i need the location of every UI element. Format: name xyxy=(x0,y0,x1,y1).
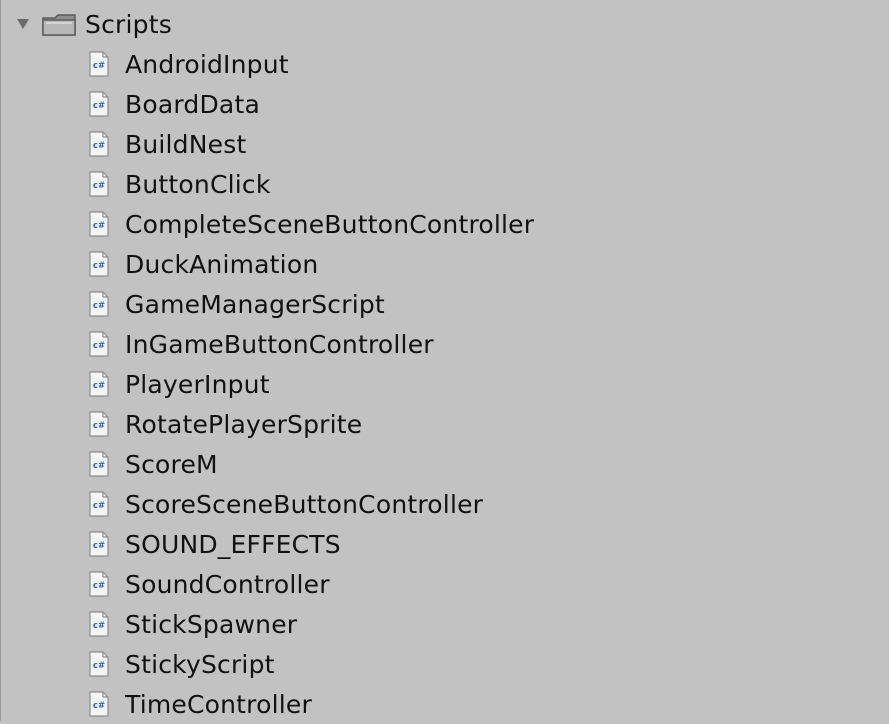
csharp-script-icon: c# xyxy=(89,91,109,117)
csharp-script-icon: c# xyxy=(89,491,109,517)
script-item-label: GameManagerScript xyxy=(125,289,385,319)
script-item[interactable]: c# ButtonClick xyxy=(1,164,889,204)
folder-icon xyxy=(42,14,76,36)
svg-text:c#: c# xyxy=(93,221,105,231)
script-item[interactable]: c# ScoreSceneButtonController xyxy=(1,484,889,524)
csharp-script-icon: c# xyxy=(89,331,109,357)
csharp-script-icon: c# xyxy=(89,171,109,197)
script-item[interactable]: c# RotatePlayerSprite xyxy=(1,404,889,444)
csharp-script-icon: c# xyxy=(89,291,109,317)
svg-text:c#: c# xyxy=(93,301,105,311)
script-item[interactable]: c# ScoreM xyxy=(1,444,889,484)
csharp-script-icon: c# xyxy=(89,651,109,677)
script-item-label: AndroidInput xyxy=(125,49,289,79)
script-item[interactable]: c# BoardData xyxy=(1,84,889,124)
project-panel: Scripts c# AndroidInput c# BoardData c# Build… xyxy=(0,0,889,721)
folder-row-scripts[interactable]: Scripts xyxy=(13,4,172,44)
svg-text:c#: c# xyxy=(93,341,105,351)
csharp-script-icon: c# xyxy=(89,251,109,277)
script-item-label: ScoreSceneButtonController xyxy=(125,489,484,519)
script-item[interactable]: c# SOUND_EFFECTS xyxy=(1,524,889,564)
script-item[interactable]: c# PlayerInput xyxy=(1,364,889,404)
script-item-label: BoardData xyxy=(125,89,260,119)
script-item-label: StickSpawner xyxy=(125,609,298,639)
svg-text:c#: c# xyxy=(93,61,105,71)
csharp-script-icon: c# xyxy=(89,131,109,157)
script-item-label: InGameButtonController xyxy=(125,329,434,359)
svg-text:c#: c# xyxy=(93,181,105,191)
svg-text:c#: c# xyxy=(93,461,105,471)
svg-text:c#: c# xyxy=(93,541,105,551)
svg-text:c#: c# xyxy=(93,501,105,511)
folder-label: Scripts xyxy=(85,9,172,39)
csharp-script-icon: c# xyxy=(89,571,109,597)
csharp-script-icon: c# xyxy=(89,611,109,637)
script-item[interactable]: c# SoundController xyxy=(1,564,889,604)
script-item[interactable]: c# AndroidInput xyxy=(1,44,889,84)
script-item-label: ScoreM xyxy=(125,449,218,479)
svg-text:c#: c# xyxy=(93,621,105,631)
csharp-script-icon: c# xyxy=(89,691,109,717)
script-item[interactable]: c# StickSpawner xyxy=(1,604,889,644)
svg-text:c#: c# xyxy=(93,141,105,151)
svg-text:c#: c# xyxy=(93,661,105,671)
script-item-label: SOUND_EFFECTS xyxy=(125,529,341,559)
csharp-script-icon: c# xyxy=(89,451,109,477)
script-item-label: StickyScript xyxy=(125,649,275,679)
script-item[interactable]: c# BuildNest xyxy=(1,124,889,164)
script-item[interactable]: c# TimeController xyxy=(1,684,889,724)
script-item-label: PlayerInput xyxy=(125,369,270,399)
csharp-script-icon: c# xyxy=(89,211,109,237)
script-item-label: RotatePlayerSprite xyxy=(125,409,363,439)
csharp-script-icon: c# xyxy=(89,411,109,437)
svg-text:c#: c# xyxy=(93,421,105,431)
script-item[interactable]: c# StickyScript xyxy=(1,644,889,684)
script-item-label: ButtonClick xyxy=(125,169,271,199)
script-item[interactable]: c# CompleteSceneButtonController xyxy=(1,204,889,244)
script-item[interactable]: c# DuckAnimation xyxy=(1,244,889,284)
script-list: c# AndroidInput c# BoardData c# BuildNest c# Bu… xyxy=(1,44,889,724)
script-item-label: CompleteSceneButtonController xyxy=(125,209,535,239)
script-item[interactable]: c# GameManagerScript xyxy=(1,284,889,324)
svg-text:c#: c# xyxy=(93,581,105,591)
script-item-label: SoundController xyxy=(125,569,330,599)
svg-text:c#: c# xyxy=(93,381,105,391)
foldout-arrow-icon[interactable] xyxy=(13,14,33,34)
svg-text:c#: c# xyxy=(93,261,105,271)
script-item-label: TimeController xyxy=(125,689,312,719)
svg-text:c#: c# xyxy=(93,701,105,711)
csharp-script-icon: c# xyxy=(89,371,109,397)
csharp-script-icon: c# xyxy=(89,51,109,77)
csharp-script-icon: c# xyxy=(89,531,109,557)
script-item-label: BuildNest xyxy=(125,129,247,159)
script-item-label: DuckAnimation xyxy=(125,249,319,279)
script-item[interactable]: c# InGameButtonController xyxy=(1,324,889,364)
svg-text:c#: c# xyxy=(93,101,105,111)
